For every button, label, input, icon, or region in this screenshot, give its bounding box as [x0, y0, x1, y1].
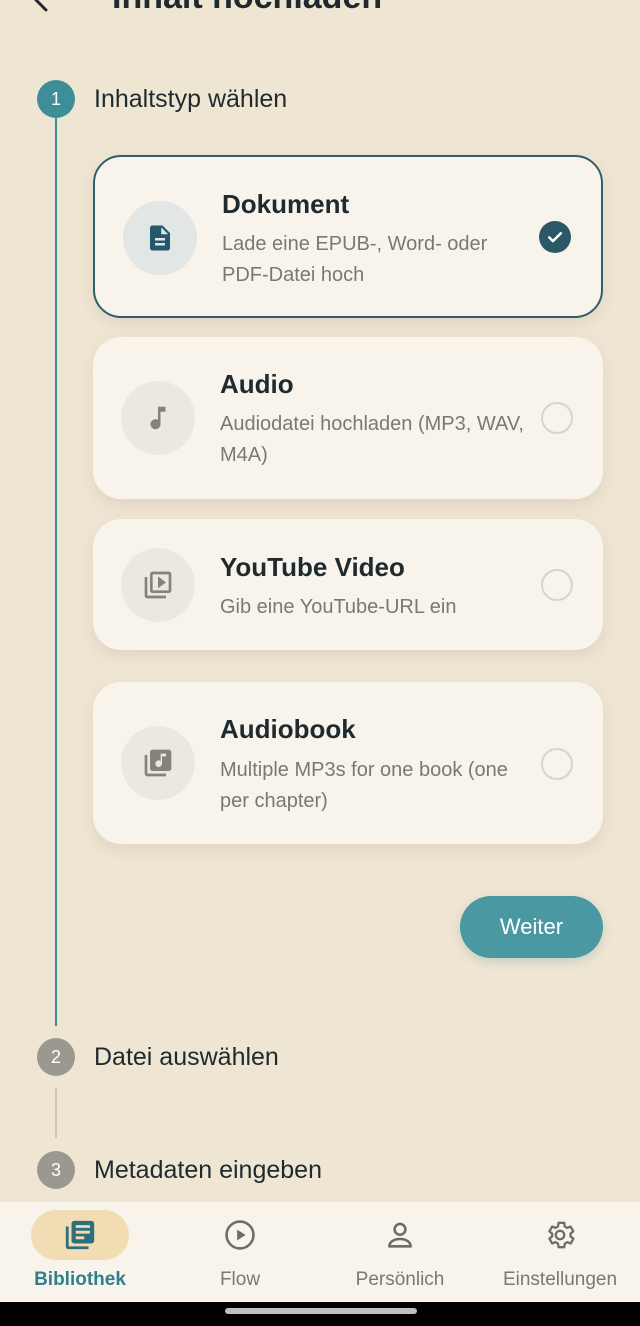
music-note-icon — [150, 406, 166, 430]
option-title: Audiobook — [220, 714, 356, 744]
nav-icon-container — [351, 1210, 449, 1260]
step-1-indicator: 1 — [37, 80, 75, 118]
gear-icon — [548, 1221, 575, 1249]
radio-unselected[interactable] — [541, 402, 573, 434]
nav-label: Flow — [219, 1269, 261, 1290]
option-description: Audiodatei hochladen (MP3, WAV, M4A) — [220, 413, 524, 466]
option-title: Dokument — [222, 189, 350, 219]
video-library-icon — [144, 571, 172, 599]
option-icon-wrap — [121, 548, 195, 622]
step-3-indicator: 3 — [37, 1151, 75, 1189]
document-icon — [150, 225, 170, 251]
step-connector-1 — [55, 118, 57, 1026]
nav-item-flow[interactable]: Flow — [160, 1202, 320, 1302]
option-description: Gib eine YouTube-URL ein — [220, 596, 457, 618]
nav-label: Bibliothek — [34, 1269, 126, 1290]
option-icon-wrap — [121, 726, 195, 800]
option-card-audiobook[interactable]: Audiobook Multiple MP3s for one book (on… — [93, 682, 603, 844]
person-icon — [388, 1222, 412, 1248]
audiobook-library-icon — [144, 749, 172, 777]
nav-item-settings[interactable]: Einstellungen — [480, 1202, 640, 1302]
option-title: YouTube Video — [220, 552, 405, 582]
nav-icon-container — [511, 1210, 609, 1260]
home-indicator[interactable] — [225, 1308, 417, 1314]
nav-icon-container — [191, 1210, 289, 1260]
check-icon — [547, 232, 563, 243]
option-icon-wrap — [123, 201, 197, 275]
option-card-audio[interactable]: Audio Audiodatei hochladen (MP3, WAV, M4… — [93, 337, 603, 499]
nav-item-personal[interactable]: Persönlich — [320, 1202, 480, 1302]
option-title: Audio — [220, 369, 294, 399]
nav-label: Einstellungen — [502, 1269, 618, 1290]
library-icon — [65, 1220, 95, 1250]
step-connector-2 — [55, 1088, 57, 1138]
next-button[interactable]: Weiter — [460, 896, 603, 958]
step-2-indicator: 2 — [37, 1038, 75, 1076]
page-title: Inhalt hochladen — [112, 0, 382, 17]
system-navigation-bar — [0, 1302, 640, 1326]
back-arrow-icon[interactable] — [22, 0, 62, 20]
radio-selected[interactable] — [539, 221, 571, 253]
option-description: Multiple MP3s for one book (one per chap… — [220, 759, 508, 812]
radio-unselected[interactable] — [541, 748, 573, 780]
play-circle-icon — [225, 1220, 255, 1250]
nav-label: Persönlich — [355, 1269, 445, 1290]
option-card-document[interactable]: Dokument Lade eine EPUB-, Word- oder PDF… — [93, 155, 603, 318]
bottom-navigation: Bibliothek Flow Persönlich Einstellungen — [0, 1202, 640, 1302]
app-header: Inhalt hochladen — [0, 0, 640, 30]
step-3-label[interactable]: Metadaten eingeben — [94, 1156, 322, 1185]
option-card-youtube[interactable]: YouTube Video Gib eine YouTube-URL ein — [93, 519, 603, 650]
nav-icon-container — [31, 1210, 129, 1260]
nav-item-library[interactable]: Bibliothek — [0, 1202, 160, 1302]
step-2-label[interactable]: Datei auswählen — [94, 1043, 279, 1072]
step-1-label[interactable]: Inhaltstyp wählen — [94, 85, 287, 114]
option-icon-wrap — [121, 381, 195, 455]
radio-unselected[interactable] — [541, 569, 573, 601]
option-description: Lade eine EPUB-, Word- oder PDF-Datei ho… — [222, 233, 488, 286]
